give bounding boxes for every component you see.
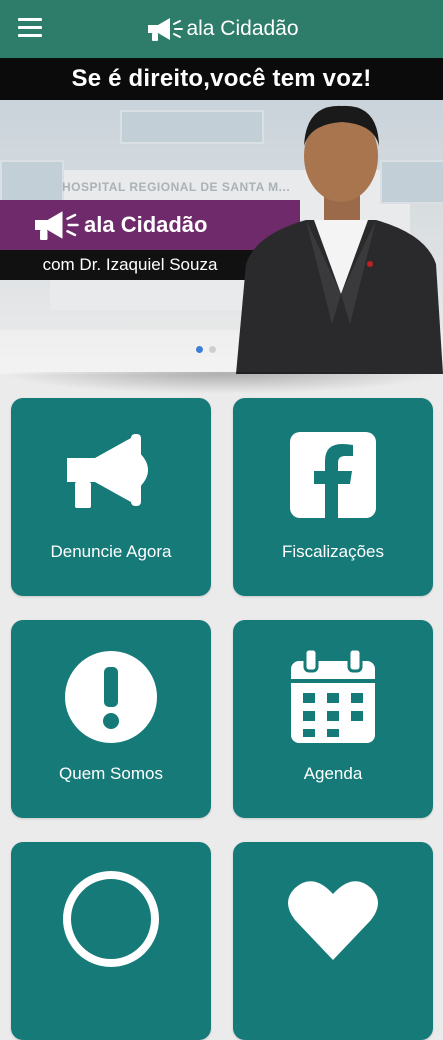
banner-brand-name: ala Cidadão [84,212,208,237]
chat-icon [63,871,159,967]
megaphone-brand-icon [35,211,79,240]
carousel-indicator[interactable] [196,346,216,353]
banner-slogan: Se é direito,você tem voz! [71,65,372,92]
tile-label: Fiscalizações [281,542,385,561]
tile-denuncie-agora[interactable]: Denuncie Agora [11,398,211,596]
tile-agenda[interactable]: Agenda [233,620,433,818]
exclamation-icon [65,651,157,743]
tile-label: Agenda [303,764,363,783]
menu-icon[interactable] [18,18,42,38]
carousel-dot-1[interactable] [196,346,203,353]
heart-icon [288,881,378,960]
megaphone-icon [67,434,148,508]
facebook-icon [290,432,376,518]
tile-quem-somos[interactable]: Quem Somos [11,620,211,818]
app-title-group: ala Cidadão [144,15,299,43]
carousel-dot-2[interactable] [209,346,216,353]
tile-bottom-left[interactable] [11,842,211,1040]
subtitle-strip: com Dr. Izaquiel Souza [0,250,260,280]
person-photo [236,105,443,374]
app-title: ala Cidadão [186,17,299,40]
banner-carousel[interactable]: HOSPITAL REGIONAL DE SANTA M... Se é dir… [0,58,443,374]
banner-shadow [0,372,443,394]
tile-label: Denuncie Agora [50,542,172,561]
megaphone-logo-icon [148,18,184,41]
tile-fiscalizacoes[interactable]: Fiscalizações [233,398,433,596]
app-bar: ala Cidadão [0,0,443,58]
tile-label: Quem Somos [59,764,163,783]
banner-subtitle: com Dr. Izaquiel Souza [42,255,218,274]
tile-bottom-right[interactable] [233,842,433,1040]
calendar-icon [291,649,375,743]
